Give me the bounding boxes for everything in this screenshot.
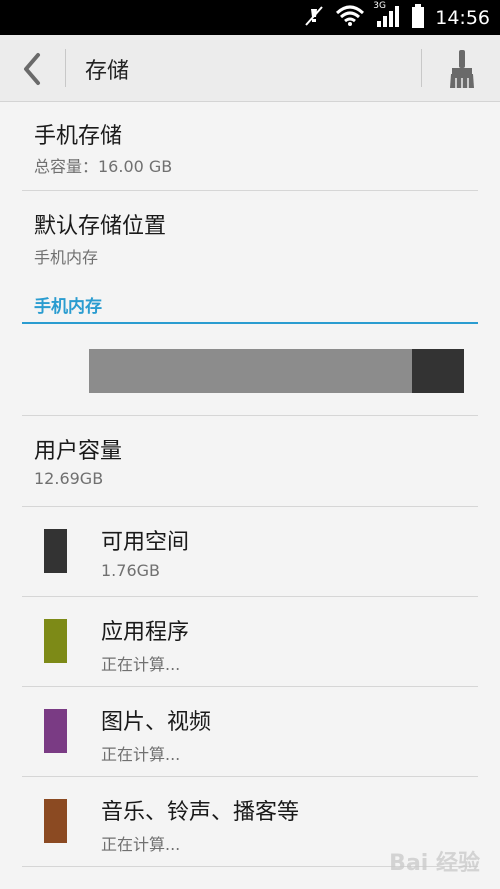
category-label: 音乐、铃声、播客等 [101, 800, 300, 825]
storage-usage-bar [89, 349, 464, 393]
action-bar-divider [65, 49, 66, 87]
category-value: 正在计算... [101, 655, 181, 674]
status-bar: 3G 14:56 [0, 0, 500, 35]
brush-icon [450, 50, 474, 88]
section-underline [22, 322, 478, 324]
network-type-label: 3G [373, 0, 386, 11]
wifi-icon [335, 5, 365, 31]
battery-icon [411, 3, 425, 32]
category-label: 图片、视频 [101, 710, 212, 735]
clean-button[interactable] [444, 48, 480, 90]
divider [22, 686, 478, 687]
category-value: 1.76GB [101, 561, 160, 580]
color-swatch [44, 709, 67, 753]
color-swatch [44, 799, 67, 843]
back-button[interactable] [14, 49, 54, 89]
default-location-value: 手机内存 [34, 248, 99, 267]
user-capacity-value: 12.69GB [34, 469, 104, 488]
divider [22, 190, 478, 191]
page-title: 存储 [85, 59, 130, 84]
usage-bar-used [89, 349, 412, 393]
action-bar: 存储 [0, 35, 500, 102]
phone-storage-title: 手机存储 [34, 124, 123, 149]
section-header-internal: 手机内存 [34, 297, 102, 317]
divider [22, 506, 478, 507]
default-location-title: 默认存储位置 [34, 214, 167, 239]
status-time: 14:56 [435, 6, 490, 29]
category-value: 正在计算... [101, 745, 181, 764]
category-label: 可用空间 [101, 530, 190, 555]
back-arrow-icon [24, 53, 40, 85]
divider [22, 776, 478, 777]
watermark: Bai 经验 [389, 851, 480, 876]
category-label: 应用程序 [101, 620, 190, 645]
phone-storage-total: 总容量：16.00 GB [34, 157, 173, 176]
divider [22, 596, 478, 597]
divider [22, 415, 478, 416]
signal-icon: 3G [373, 1, 401, 31]
color-swatch [44, 529, 67, 573]
status-icons: 3G 14:56 [303, 0, 500, 35]
usage-bar-free [411, 349, 464, 393]
action-bar-divider [421, 49, 422, 87]
color-swatch [44, 619, 67, 663]
user-capacity-title: 用户容量 [34, 439, 123, 464]
mute-icon [303, 5, 325, 31]
category-value: 正在计算... [101, 835, 181, 854]
